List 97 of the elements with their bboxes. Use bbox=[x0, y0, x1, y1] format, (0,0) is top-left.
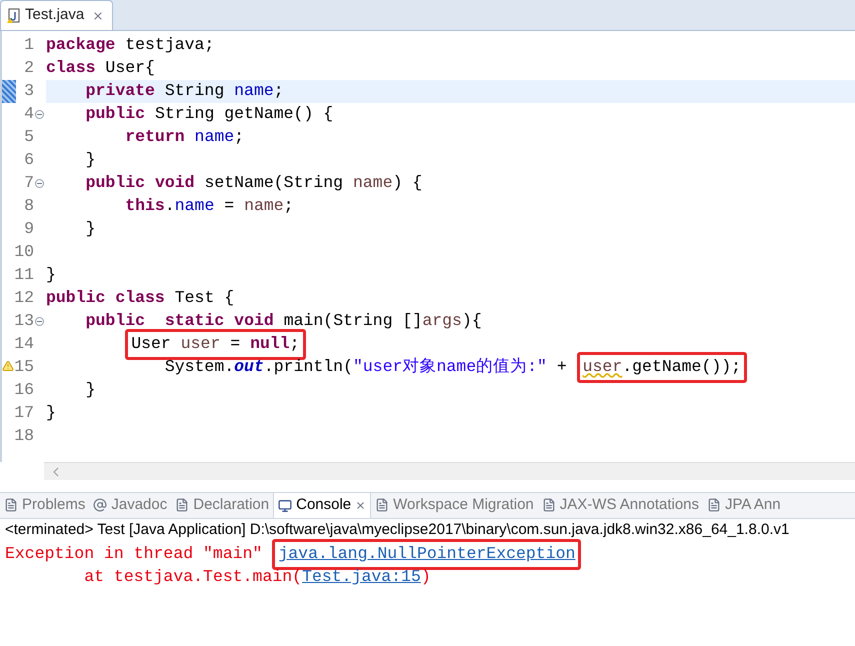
code-token: } bbox=[86, 379, 96, 402]
code-token: void bbox=[234, 310, 274, 332]
code-token: testjava; bbox=[125, 34, 214, 56]
line-number: 10 bbox=[14, 241, 34, 264]
code-token: out bbox=[234, 356, 264, 378]
code-token: main(String [] bbox=[284, 310, 422, 332]
code-token: = bbox=[224, 195, 236, 218]
line-number: 6 bbox=[24, 149, 34, 172]
code-token: name bbox=[174, 195, 214, 218]
console-link[interactable]: java.lang.NullPointerException bbox=[278, 544, 576, 564]
document-icon bbox=[375, 498, 390, 512]
code-token: } bbox=[86, 149, 96, 172]
code-token: ) { bbox=[392, 172, 422, 194]
code-token: = bbox=[230, 334, 242, 354]
console-error-text: Exception in thread "main" bbox=[5, 543, 262, 566]
monitor-icon bbox=[278, 498, 292, 512]
code-token: setName(String bbox=[204, 172, 344, 194]
document-icon bbox=[707, 498, 722, 512]
code-token: public bbox=[86, 310, 146, 332]
editor-tab[interactable]: Test.java bbox=[0, 0, 113, 30]
code-token: name bbox=[234, 80, 274, 102]
panel-tab[interactable]: Problems bbox=[0, 493, 90, 518]
fold-toggle-icon[interactable] bbox=[34, 317, 44, 326]
code-token: . bbox=[164, 195, 175, 218]
panel-tab[interactable]: Workspace Migration bbox=[371, 493, 538, 518]
code-token: public bbox=[46, 287, 106, 310]
line-number: 9 bbox=[24, 218, 34, 240]
line-number: 4 bbox=[24, 103, 34, 126]
panel-tab[interactable]: JPA Ann bbox=[703, 493, 785, 518]
code-token: name bbox=[244, 195, 284, 218]
line-number: 11 bbox=[14, 264, 34, 286]
panel-tab[interactable]: Console bbox=[273, 493, 372, 518]
java-file-icon bbox=[7, 8, 21, 24]
code-token: public bbox=[86, 103, 146, 126]
panel-tab[interactable]: Javadoc bbox=[89, 493, 172, 518]
document-icon bbox=[4, 498, 18, 512]
code-token: private bbox=[86, 80, 155, 102]
close-icon[interactable] bbox=[355, 500, 366, 511]
code-token: } bbox=[46, 402, 56, 424]
fold-toggle-icon[interactable] bbox=[34, 110, 44, 119]
code-token: user bbox=[582, 357, 622, 376]
document-icon bbox=[542, 498, 556, 512]
code-token: class bbox=[115, 287, 165, 310]
line-number: 16 bbox=[14, 379, 34, 402]
line-number: 12 bbox=[14, 287, 34, 310]
line-number: 1 bbox=[24, 34, 34, 56]
code-token: args bbox=[422, 310, 462, 332]
code-token: package bbox=[46, 34, 116, 56]
code-token: this bbox=[125, 195, 165, 218]
code-token: class bbox=[46, 57, 96, 80]
line-number: 17 bbox=[14, 402, 34, 424]
code-token: } bbox=[86, 218, 96, 240]
code-token: ; bbox=[234, 126, 244, 148]
code-token: user bbox=[180, 334, 220, 354]
line-number: 2 bbox=[24, 57, 34, 80]
code-token: void bbox=[154, 172, 195, 194]
horizontal-scrollbar[interactable] bbox=[44, 462, 855, 480]
code-token: ; bbox=[284, 195, 294, 218]
line-number: 7 bbox=[24, 172, 34, 194]
at-sign-icon bbox=[93, 498, 108, 512]
code-token: User bbox=[131, 334, 172, 354]
code-token: String bbox=[164, 80, 226, 102]
code-token: String getName() { bbox=[154, 103, 334, 126]
code-token: + bbox=[556, 356, 567, 378]
line-number: 14 bbox=[14, 333, 34, 356]
panel-tab[interactable]: JAX-WS Annotations bbox=[538, 493, 704, 518]
code-token: } bbox=[46, 264, 56, 286]
code-token: name bbox=[352, 172, 393, 194]
console-error-text: ) bbox=[420, 566, 431, 588]
document-icon bbox=[175, 498, 190, 512]
code-token: ){ bbox=[462, 310, 482, 332]
code-token: "user对象name的值为:" bbox=[352, 356, 547, 378]
scroll-left-icon[interactable] bbox=[52, 466, 60, 476]
console-header: <terminated> Test [Java Application] D:\software\java\myeclipse2017\binary\com.sun.java.jdk8.win32.x86_64_1.8.0.v1 bbox=[4, 520, 790, 540]
code-token: return bbox=[125, 126, 185, 148]
line-number: 5 bbox=[24, 126, 34, 148]
line-number: 13 bbox=[14, 310, 34, 332]
code-token: name bbox=[194, 126, 234, 148]
close-icon[interactable] bbox=[92, 10, 104, 22]
line-number: 8 bbox=[24, 195, 34, 218]
code-token: User{ bbox=[105, 57, 155, 80]
panel-tab[interactable]: Declaration bbox=[171, 493, 274, 518]
fold-toggle-icon[interactable] bbox=[34, 179, 44, 188]
console-error-text: at testjava.Test.main( bbox=[84, 566, 302, 588]
code-token: Test { bbox=[174, 287, 234, 310]
code-token: ; bbox=[290, 334, 300, 354]
code-token: .getName()); bbox=[622, 357, 742, 376]
line-number: 18 bbox=[14, 425, 34, 448]
console-link[interactable]: Test.java:15 bbox=[302, 565, 421, 590]
code-token: .println( bbox=[264, 356, 353, 378]
code-token: static bbox=[164, 310, 224, 332]
line-number: 15 bbox=[14, 356, 34, 378]
line-number: 3 bbox=[24, 80, 34, 102]
code-token: null bbox=[250, 334, 290, 354]
code-token: System. bbox=[164, 356, 234, 378]
code-token: public bbox=[86, 172, 146, 194]
code-token: ; bbox=[274, 80, 284, 102]
